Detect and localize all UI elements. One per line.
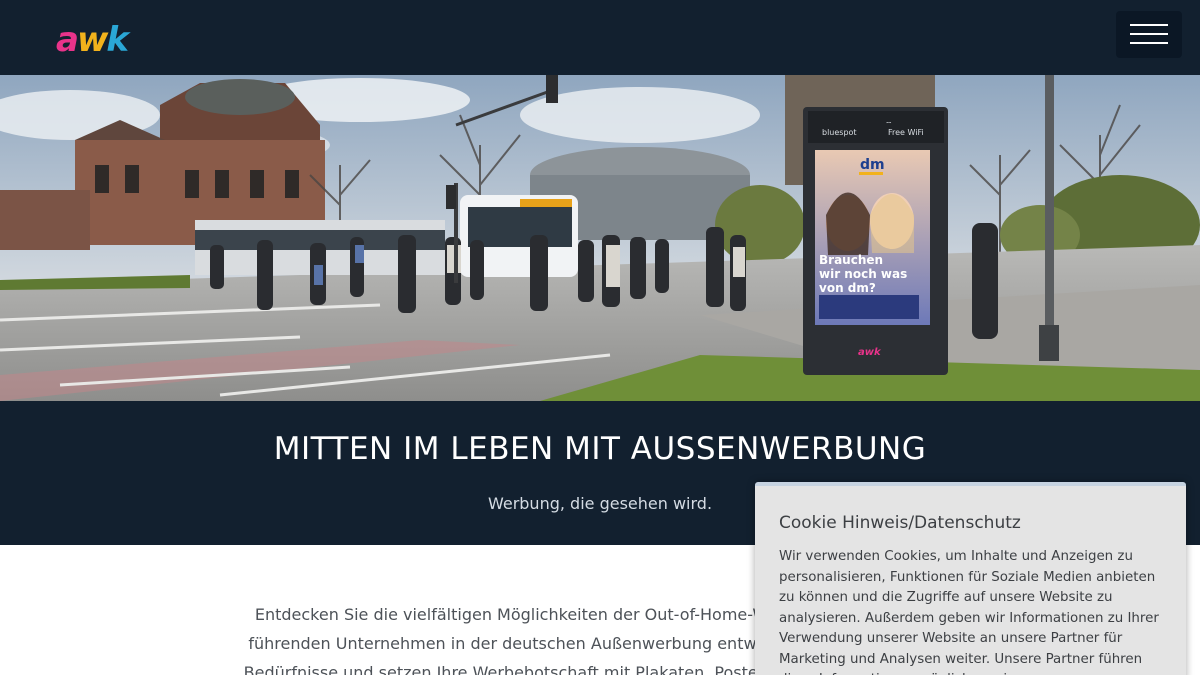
hamburger-menu-icon	[1130, 42, 1168, 44]
kiosk-brand: bluespot	[822, 128, 857, 137]
kiosk-wifi-label: Free WiFi	[888, 128, 924, 137]
logo-letter-a: a	[56, 20, 79, 60]
page-title: MITTEN IM LEBEN MIT AUSSENWERBUNG	[273, 431, 927, 467]
site-header: a w k	[0, 0, 1200, 75]
logo-letter-w: w	[76, 20, 108, 60]
hamburger-menu-icon	[1130, 24, 1168, 26]
ad-kiosk: bluespot ⌔ Free WiFi dm Brauchen wir noc…	[803, 107, 948, 375]
hero-image: bluespot ⌔ Free WiFi dm Brauchen wir noc…	[0, 75, 1200, 401]
kiosk-screen-logo: awk	[858, 347, 882, 358]
cookie-dialog-text: Wir verwenden Cookies, um Inhalte und An…	[779, 549, 1159, 675]
ad-brand: dm	[860, 157, 885, 173]
ad-headline-line-2: wir noch was	[819, 267, 907, 281]
ad-headline-line-1: Brauchen	[819, 253, 883, 267]
cookie-dialog-title: Cookie Hinweis/Datenschutz	[779, 513, 1021, 533]
hamburger-menu-icon	[1130, 33, 1168, 35]
logo-letter-k: k	[106, 20, 129, 60]
cookie-consent-dialog[interactable]: Cookie Hinweis/Datenschutz Wir verwenden…	[755, 482, 1186, 675]
awk-logo[interactable]: a w k	[56, 18, 129, 60]
ad-headline-line-3: von dm?	[819, 281, 876, 295]
hamburger-menu-button[interactable]	[1116, 11, 1182, 58]
